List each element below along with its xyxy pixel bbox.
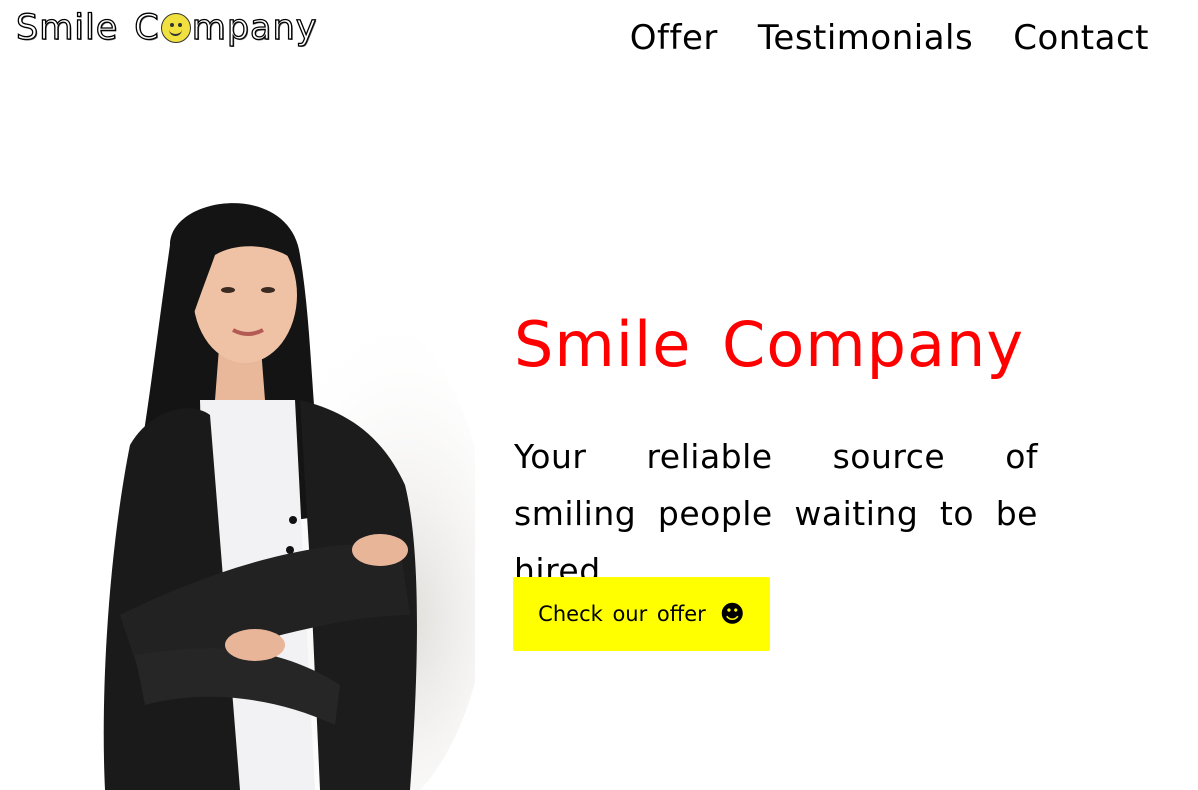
hero-photo — [50, 185, 475, 790]
nav-link-testimonials[interactable]: Testimonials — [758, 18, 973, 58]
site-logo[interactable]: Smile C mpany — [15, 6, 318, 50]
check-offer-button[interactable]: Check our offer ☻ — [513, 577, 770, 651]
woman-photo-illustration — [50, 185, 475, 790]
logo-word-smile: Smile — [15, 7, 119, 48]
cta-label: Check our offer — [538, 602, 706, 626]
hero-title: Smile Company — [514, 308, 1025, 381]
hero-subtitle: Your reliable source of smiling people w… — [514, 437, 1038, 590]
main-nav: Offer Testimonials Contact — [630, 18, 1149, 58]
smiley-face-icon: ☻ — [719, 600, 745, 628]
logo-word-mpany: mpany — [191, 7, 318, 48]
smiley-face-icon — [160, 13, 191, 43]
nav-link-contact[interactable]: Contact — [1013, 18, 1149, 58]
nav-link-offer[interactable]: Offer — [630, 18, 718, 58]
logo-word-c: C — [134, 7, 160, 48]
